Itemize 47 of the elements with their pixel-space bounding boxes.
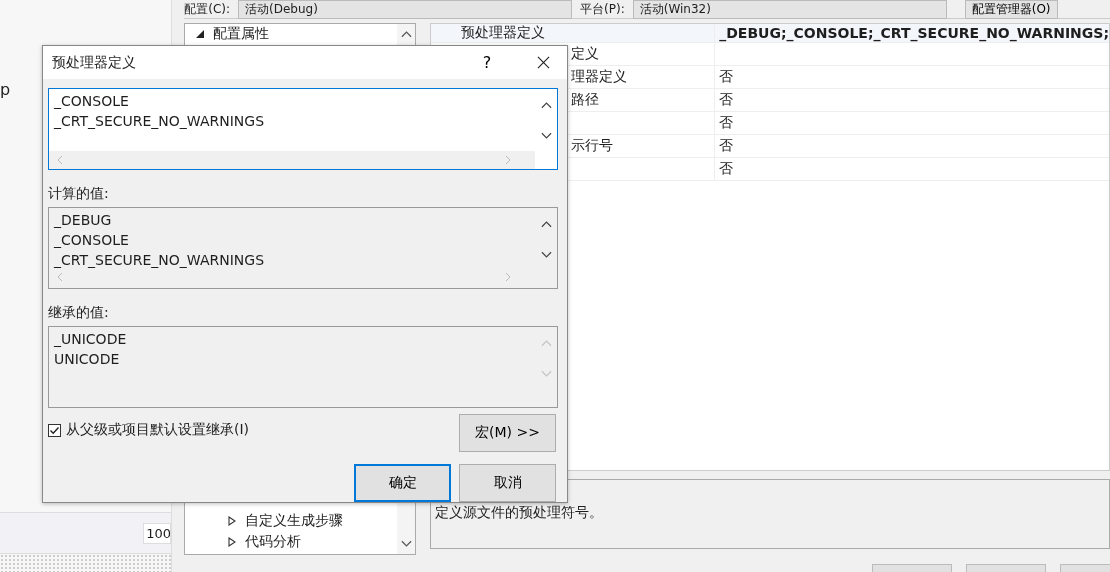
tree-item[interactable]: 配置属性 (185, 24, 398, 43)
pane-text: p (0, 80, 11, 99)
property-value: 否 (719, 114, 734, 130)
property-value: 否 (719, 68, 734, 84)
inherited-label: 继承的值: (48, 304, 109, 322)
property-value: 否 (719, 91, 734, 107)
macros-button[interactable]: 宏(M) >> (459, 414, 556, 452)
scroll-up-icon[interactable] (540, 100, 552, 109)
property-name: 理器定义 (571, 68, 628, 86)
property-row[interactable]: 预处理器定义 _DEBUG;_CONSOLE;_CRT_SECURE_NO_WARNINGS; (431, 24, 1109, 43)
scroll-up-icon (540, 338, 552, 347)
evaluated-line: _CRT_SECURE_NO_WARNINGS (54, 251, 266, 268)
close-icon[interactable] (537, 56, 550, 69)
property-name: 定义 (571, 45, 600, 63)
platform-dropdown[interactable]: 活动(Win32) (632, 0, 947, 19)
cancel-button[interactable]: 取消 (459, 464, 556, 502)
property-value: 否 (719, 160, 734, 176)
scroll-down-icon (540, 369, 552, 378)
evaluated-label: 计算的值: (48, 185, 109, 203)
inherit-checkbox[interactable]: 从父级或项目默认设置继承(I) (48, 421, 250, 439)
ok-button[interactable]: 确定 (354, 464, 451, 502)
scroll-up-icon[interactable] (400, 30, 412, 38)
configuration-dropdown[interactable]: 活动(Debug) (238, 0, 573, 19)
definition-line: _CONSOLE (54, 92, 130, 111)
tree-item[interactable]: 自定义生成步骤 (185, 510, 398, 531)
scroll-up-icon[interactable] (540, 219, 552, 228)
scroll-down-icon[interactable] (540, 250, 552, 259)
scroll-down-icon[interactable] (400, 540, 412, 548)
definitions-input[interactable]: _CONSOLE _CRT_SECURE_NO_WARNINGS (48, 88, 558, 170)
configuration-label: 配置(C): (184, 0, 231, 18)
property-value: 否 (719, 137, 734, 153)
zoom-field[interactable]: 100 (143, 522, 172, 544)
inherited-line: UNICODE (54, 350, 121, 369)
evaluated-line: _DEBUG (54, 211, 113, 230)
property-name: 预处理器定义 (461, 24, 546, 42)
tree-item[interactable]: 代码分析 (185, 531, 398, 552)
platform-label: 平台(P): (580, 0, 625, 18)
scroll-down-icon[interactable] (540, 131, 552, 140)
evaluated-line: _CONSOLE (54, 231, 130, 250)
property-name: 路径 (571, 91, 600, 109)
definition-line: _CRT_SECURE_NO_WARNINGS (54, 112, 266, 131)
property-value: _DEBUG;_CONSOLE;_CRT_SECURE_NO_WARNINGS; (719, 25, 1109, 41)
inherited-line: _UNICODE (54, 330, 128, 349)
dialog-title: 预处理器定义 (52, 53, 137, 72)
property-name: 示行号 (571, 137, 614, 155)
configuration-manager-button[interactable]: 配置管理器(O) (964, 0, 1058, 19)
description-text: 定义源文件的预处理符号。 (435, 504, 604, 520)
